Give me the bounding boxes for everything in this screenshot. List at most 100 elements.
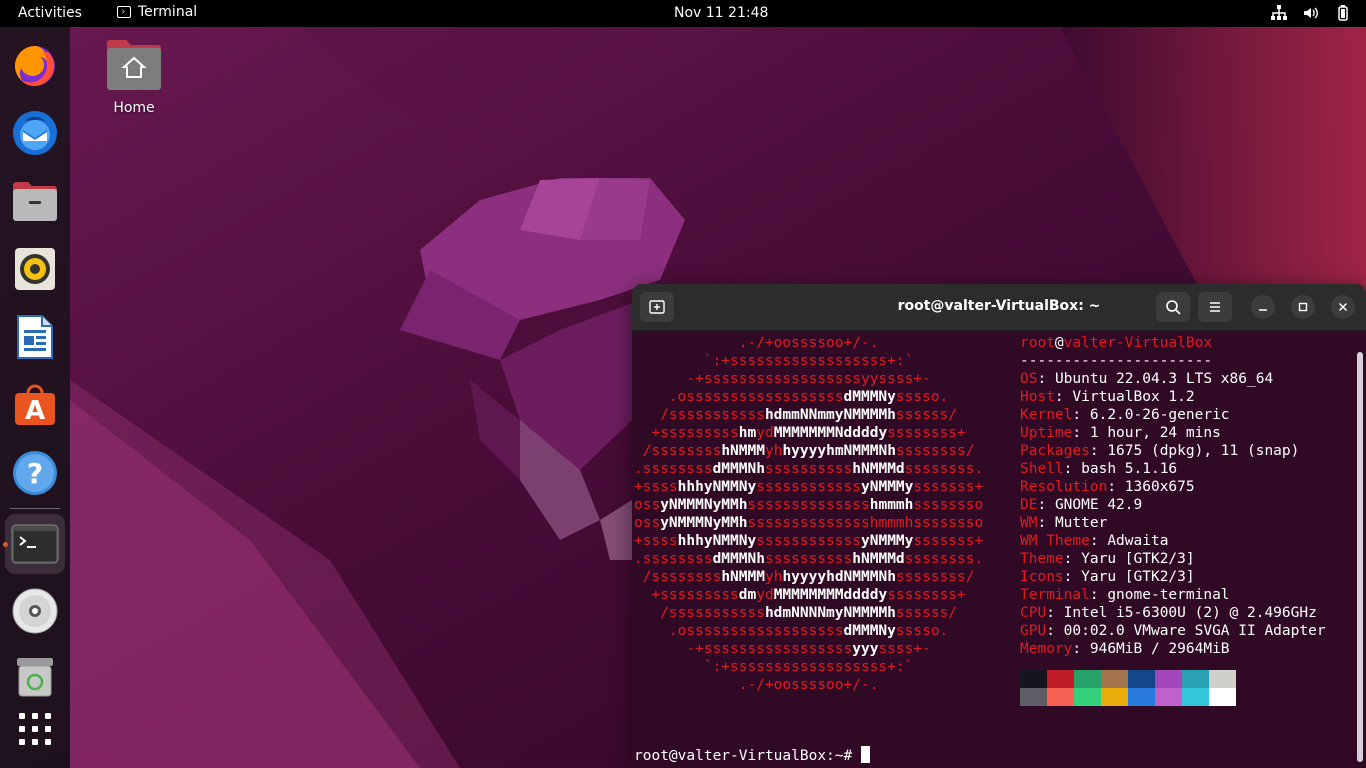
logo-line: .-/+oossssoo+/-. xyxy=(634,677,879,693)
prompt-text: root@valter-VirtualBox:~# xyxy=(634,748,861,764)
app-menu-label: Terminal xyxy=(138,4,198,20)
logo-line: .ossssssssssssssssssdMMMNysssso. xyxy=(634,623,949,639)
logo-line: .ssssssssdMMMNhsssssssssshNMMMdssssssss. xyxy=(634,461,984,477)
svg-text:A: A xyxy=(25,396,45,426)
show-applications-button[interactable] xyxy=(5,699,65,759)
color-swatch xyxy=(1101,670,1128,688)
logo-line: ossyNMMMNyMMhsssssssssssssshmmmhssssssso xyxy=(634,497,984,513)
close-icon xyxy=(1338,302,1348,312)
trash-icon xyxy=(17,658,53,697)
logo-line: +sssssssssdmydMMMMMMMMddddyssssssss+ xyxy=(634,587,966,603)
color-swatch xyxy=(1182,688,1209,706)
dock-item-terminal[interactable] xyxy=(5,514,65,574)
help-icon: ? xyxy=(13,451,57,495)
separator-line: ---------------------- xyxy=(1020,353,1213,369)
terminal-small-icon xyxy=(117,6,131,18)
logo-line: +sssshhhyNMMNyssssssssssssyNMMMysssssss+ xyxy=(634,479,984,495)
dock-item-trash[interactable] xyxy=(5,647,65,707)
logo-line: /sssssssshNMMMyhhyyyyhdNMMMNhssssssss/ xyxy=(634,569,975,585)
firefox-icon xyxy=(15,46,55,86)
logo-line: /ssssssssssshdmmNNmmyNMMMMhssssss/ xyxy=(634,407,958,423)
logo-line: -+ssssssssssssssssssyyssss+- xyxy=(634,371,931,387)
info-line: WM: Mutter xyxy=(1020,515,1108,531)
logo-line: .ossssssssssssssssssdMMMNysssso. xyxy=(634,389,949,405)
terminal-window[interactable]: root@valter-VirtualBox: ~ .-/+oossssoo+/… xyxy=(632,284,1366,768)
color-swatch xyxy=(1074,688,1101,706)
info-line: Memory: 946MiB / 2964MiB xyxy=(1020,641,1230,657)
color-swatch xyxy=(1128,670,1155,688)
volume-icon[interactable] xyxy=(1302,4,1320,22)
user-name: root xyxy=(1020,335,1055,351)
search-icon xyxy=(1166,300,1181,315)
system-tray[interactable] xyxy=(1270,4,1352,22)
color-swatch xyxy=(1101,688,1128,706)
minimize-button[interactable] xyxy=(1251,295,1275,319)
dock-separator xyxy=(10,508,60,509)
search-button[interactable] xyxy=(1156,292,1190,322)
maximize-button[interactable] xyxy=(1291,295,1315,319)
desktop-home-icon[interactable]: Home xyxy=(100,36,168,116)
info-line: Host: VirtualBox 1.2 xyxy=(1020,389,1195,405)
dock-item-rhythmbox[interactable] xyxy=(5,239,65,299)
info-line: Packages: 1675 (dpkg), 11 (snap) xyxy=(1020,443,1300,459)
disc-icon xyxy=(12,588,58,634)
color-swatch xyxy=(1020,670,1047,688)
terminal-scrollbar[interactable] xyxy=(1357,352,1363,762)
clock[interactable]: Nov 11 21:48 xyxy=(674,5,768,21)
color-palette-bottom xyxy=(1020,688,1236,706)
color-swatch xyxy=(1182,670,1209,688)
thunderbird-icon xyxy=(13,111,57,155)
info-line: Uptime: 1 hour, 24 mins xyxy=(1020,425,1221,441)
info-line: Theme: Yaru [GTK2/3] xyxy=(1020,551,1195,567)
dock: A ? xyxy=(0,27,70,768)
color-swatch xyxy=(1128,688,1155,706)
dock-item-firefox[interactable] xyxy=(5,35,65,95)
svg-text:?: ? xyxy=(27,457,43,490)
color-swatch xyxy=(1155,670,1182,688)
logo-line: .-/+oossssoo+/-. xyxy=(634,335,879,351)
logo-line: .ssssssssdMMMNhsssssssssshNMMMdssssssss. xyxy=(634,551,984,567)
info-line: GPU: 00:02.0 VMware SVGA II Adapter xyxy=(1020,623,1326,639)
dock-item-files[interactable] xyxy=(5,171,65,231)
dock-item-disc[interactable] xyxy=(5,581,65,641)
info-line: Resolution: 1360x675 xyxy=(1020,479,1195,495)
terminal-output[interactable]: .-/+oossssoo+/-. `:+ssssssssssssssssss+:… xyxy=(634,332,1348,768)
info-line: OS: Ubuntu 22.04.3 LTS x86_64 xyxy=(1020,371,1274,387)
color-swatch xyxy=(1020,688,1047,706)
home-folder-icon xyxy=(107,40,161,90)
activities-button[interactable]: Activities xyxy=(18,5,82,21)
info-line: Icons: Yaru [GTK2/3] xyxy=(1020,569,1195,585)
text-cursor xyxy=(860,746,870,763)
libreoffice-writer-icon xyxy=(17,315,53,359)
running-indicator xyxy=(3,542,8,547)
dock-item-app-center[interactable]: A xyxy=(5,375,65,435)
color-swatch xyxy=(1155,688,1182,706)
app-center-icon: A xyxy=(15,384,55,426)
logo-line: `:+ssssssssssssssssss+:` xyxy=(634,659,914,675)
menu-button[interactable] xyxy=(1198,292,1232,322)
color-palette-top xyxy=(1020,670,1236,688)
hamburger-menu-icon xyxy=(1210,302,1220,312)
info-line: WM Theme: Adwaita xyxy=(1020,533,1169,549)
battery-icon[interactable] xyxy=(1334,4,1352,22)
dock-item-libreoffice-writer[interactable] xyxy=(5,307,65,367)
info-line: Kernel: 6.2.0-26-generic xyxy=(1020,407,1230,423)
app-menu-button[interactable]: Terminal xyxy=(117,4,197,20)
network-icon[interactable] xyxy=(1270,4,1288,22)
info-line: Shell: bash 5.1.16 xyxy=(1020,461,1178,477)
info-line: Terminal: gnome-terminal xyxy=(1020,587,1230,603)
top-bar: Activities Terminal Nov 11 21:48 xyxy=(0,0,1366,27)
dock-item-thunderbird[interactable] xyxy=(5,103,65,163)
logo-line: `:+ssssssssssssssssss+:` xyxy=(634,353,914,369)
info-line: CPU: Intel i5-6300U (2) @ 2.496GHz xyxy=(1020,605,1317,621)
maximize-icon xyxy=(1298,302,1308,312)
host-name: valter-VirtualBox xyxy=(1063,335,1213,351)
dock-item-help[interactable]: ? xyxy=(5,443,65,503)
show-apps-icon xyxy=(19,713,51,745)
terminal-headerbar[interactable]: root@valter-VirtualBox: ~ xyxy=(632,284,1366,331)
logo-line: -+sssssssssssssssssyyyssss+- xyxy=(634,641,931,657)
close-button[interactable] xyxy=(1331,295,1355,319)
color-swatch xyxy=(1209,670,1236,688)
color-swatch xyxy=(1047,688,1074,706)
shell-prompt[interactable]: root@valter-VirtualBox:~# xyxy=(634,746,870,765)
